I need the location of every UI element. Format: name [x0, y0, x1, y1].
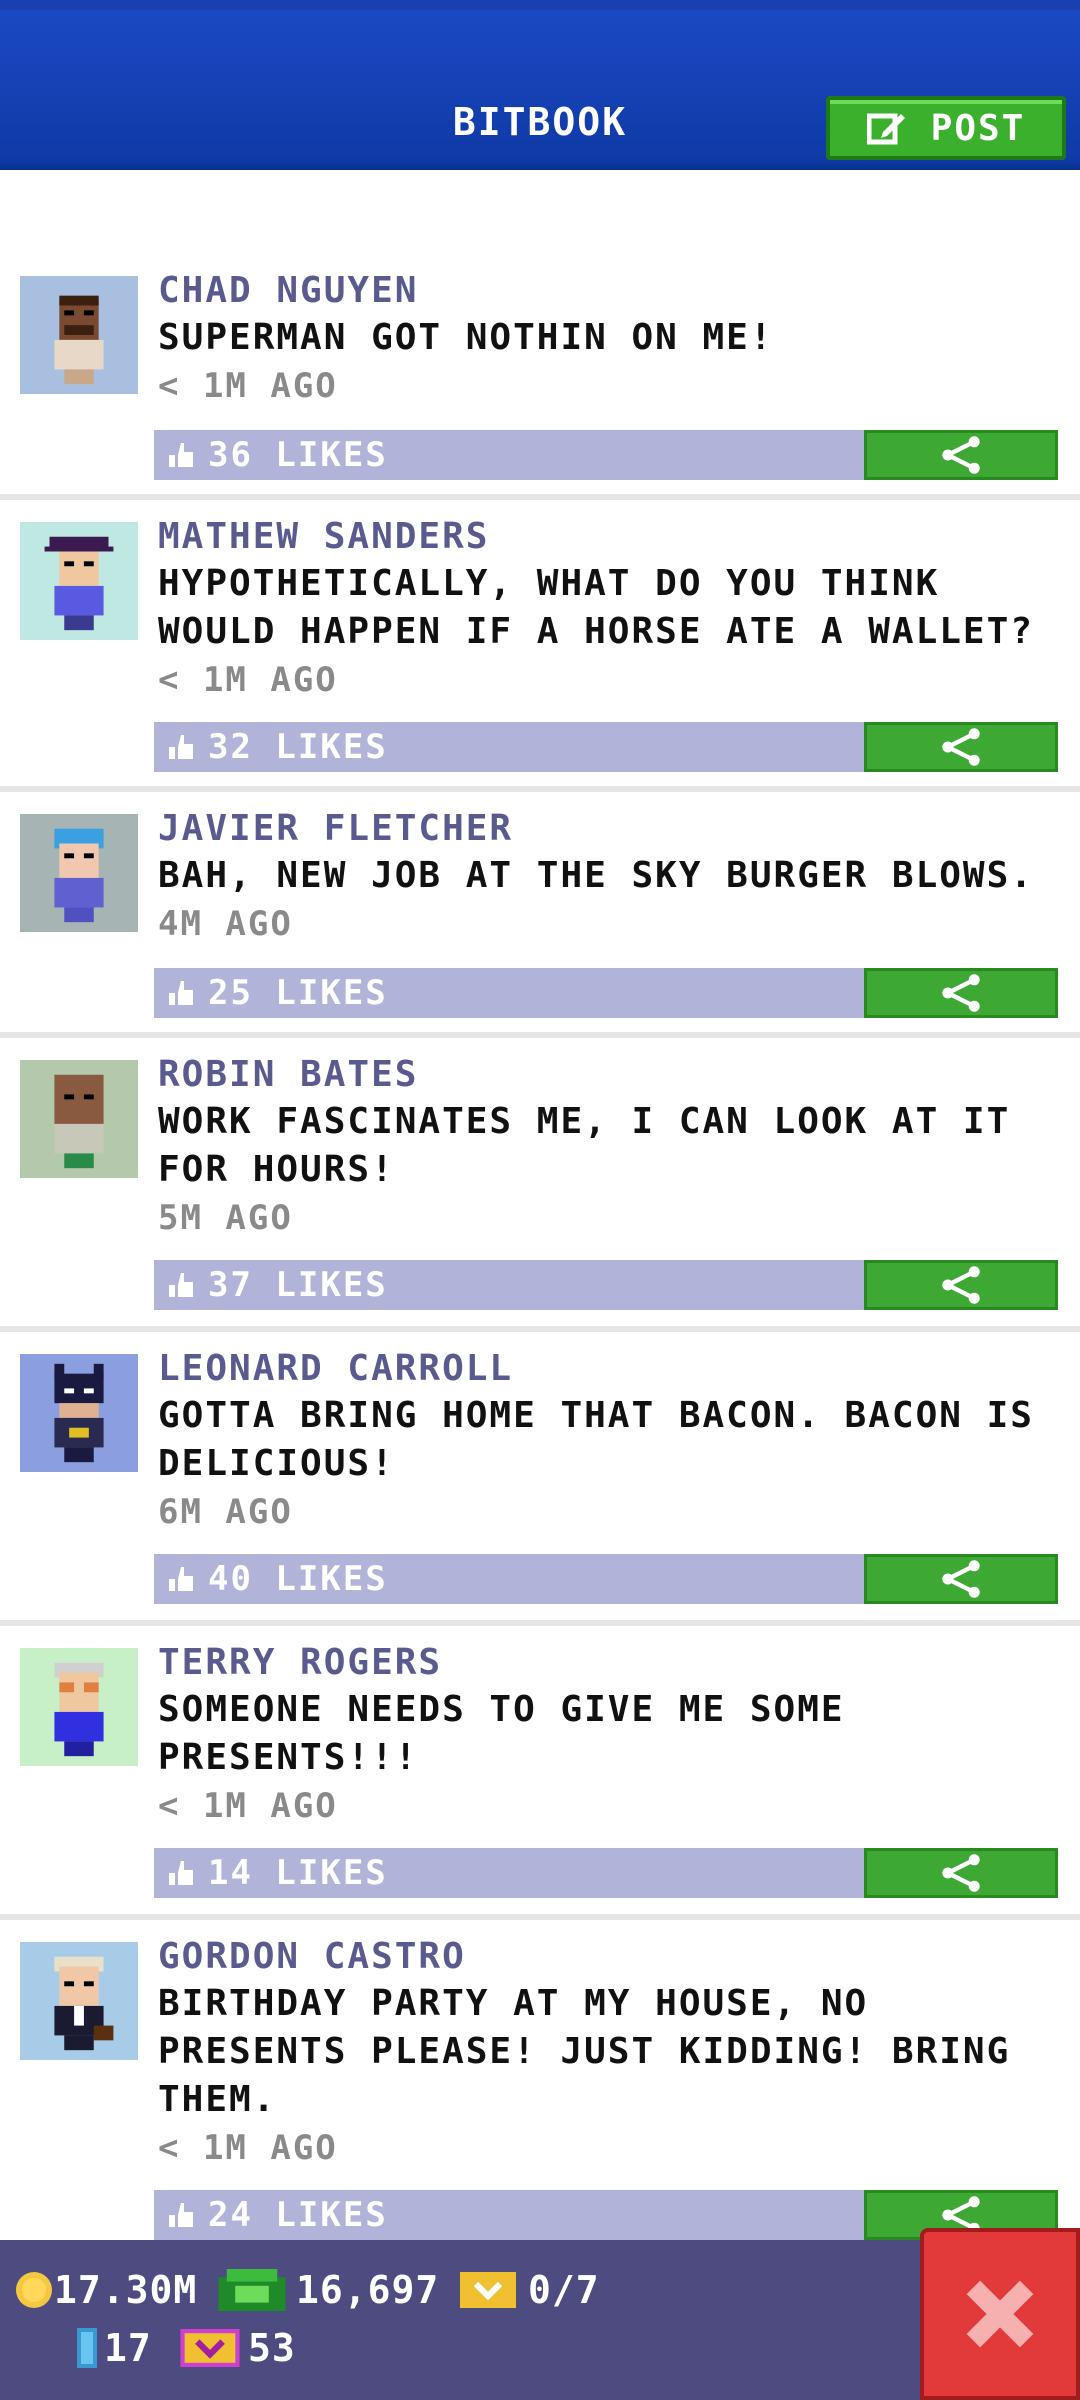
- share-icon: [942, 1266, 980, 1304]
- post-author[interactable]: JAVIER FLETCHER: [158, 808, 513, 849]
- post-author[interactable]: ROBIN BATES: [158, 1054, 418, 1095]
- like-count: 40 LIKES: [208, 1559, 388, 1599]
- share-button[interactable]: [864, 1260, 1058, 1310]
- person-avatar-icon: [54, 1956, 114, 2051]
- avatar: [20, 1648, 138, 1766]
- avatar: [20, 814, 138, 932]
- avatar: [20, 1060, 138, 1178]
- elevator-value: 17: [104, 2326, 152, 2370]
- person-avatar-icon: [54, 1363, 104, 1463]
- bux-icon: [218, 2269, 286, 2311]
- thumbs-up-icon: [169, 1567, 193, 1591]
- header-bar: BITBOOK POST: [0, 0, 1080, 170]
- like-button[interactable]: 25 LIKES: [154, 968, 864, 1018]
- person-avatar-icon: [54, 1074, 104, 1169]
- post-author[interactable]: LEONARD CARROLL: [158, 1348, 513, 1389]
- post-time: < 1M AGO: [158, 2128, 338, 2168]
- post-author[interactable]: GORDON CASTRO: [158, 1936, 466, 1977]
- coins-stat: 17.30M: [14, 2268, 197, 2312]
- thumbs-up-icon: [169, 981, 193, 1005]
- tickets-stat: 0/7: [460, 2268, 600, 2312]
- bux-value: 16,697: [296, 2268, 440, 2312]
- share-button[interactable]: [864, 722, 1058, 772]
- like-count: 25 LIKES: [208, 973, 388, 1013]
- elevator-icon: [77, 2328, 97, 2368]
- share-button[interactable]: [864, 1554, 1058, 1604]
- like-button[interactable]: 24 LIKES: [154, 2190, 864, 2240]
- tickets-value: 0/7: [528, 2268, 600, 2312]
- post-author[interactable]: TERRY ROGERS: [158, 1642, 442, 1683]
- resource-bar: 17.30M 16,697 0/7 17 53: [0, 2240, 1080, 2400]
- post-message: SOMEONE NEEDS TO GIVE ME SOME PRESENTS!!…: [158, 1689, 845, 1778]
- vip-value: 53: [248, 2326, 296, 2370]
- feed-post: ROBIN BATES WORK FASCINATES ME, I CAN LO…: [0, 1038, 1080, 1332]
- feed-post: CHAD NGUYEN SUPERMAN GOT NOTHIN ON ME! <…: [0, 170, 1080, 500]
- avatar: [20, 276, 138, 394]
- post-message: BIRTHDAY PARTY AT MY HOUSE, NO PRESENTS …: [158, 1983, 1011, 2120]
- share-icon: [942, 974, 980, 1012]
- avatar: [20, 522, 138, 640]
- feed-post: MATHEW SANDERS HYPOTHETICALLY, WHAT DO Y…: [0, 500, 1080, 792]
- share-icon: [942, 436, 980, 474]
- feed-post: JAVIER FLETCHER BAH, NEW JOB AT THE SKY …: [0, 792, 1080, 1038]
- post-message: HYPOTHETICALLY, WHAT DO YOU THINK WOULD …: [158, 563, 1034, 652]
- post-message: SUPERMAN GOT NOTHIN ON ME!: [158, 317, 774, 358]
- like-count: 37 LIKES: [208, 1265, 388, 1305]
- bux-stat: 16,697: [218, 2268, 439, 2312]
- thumbs-up-icon: [169, 735, 193, 759]
- like-button[interactable]: 37 LIKES: [154, 1260, 864, 1310]
- like-count: 14 LIKES: [208, 1853, 388, 1893]
- post-button-label: POST: [930, 107, 1026, 149]
- post-message: BAH, NEW JOB AT THE SKY BURGER BLOWS.: [158, 855, 1034, 896]
- coins-value: 17.30M: [54, 2268, 198, 2312]
- thumbs-up-icon: [169, 2203, 193, 2227]
- person-avatar-icon: [44, 536, 114, 631]
- post-time: < 1M AGO: [158, 660, 338, 700]
- post-time: 5M AGO: [158, 1198, 293, 1238]
- like-count: 32 LIKES: [208, 727, 388, 767]
- bitbook-feed[interactable]: CHAD NGUYEN SUPERMAN GOT NOTHIN ON ME! <…: [0, 170, 1080, 2240]
- like-button[interactable]: 32 LIKES: [154, 722, 864, 772]
- post-time: < 1M AGO: [158, 366, 338, 406]
- feed-post: GORDON CASTRO BIRTHDAY PARTY AT MY HOUSE…: [0, 1920, 1080, 2240]
- avatar: [20, 1354, 138, 1472]
- like-button[interactable]: 14 LIKES: [154, 1848, 864, 1898]
- share-icon: [942, 1854, 980, 1892]
- post-time: 4M AGO: [158, 904, 293, 944]
- post-button[interactable]: POST: [826, 96, 1066, 160]
- person-avatar-icon: [54, 828, 104, 923]
- post-time: < 1M AGO: [158, 1786, 338, 1826]
- post-message: GOTTA BRING HOME THAT BACON. BACON IS DE…: [158, 1395, 1034, 1484]
- elevator-stat: 17: [76, 2326, 152, 2370]
- like-count: 24 LIKES: [208, 2195, 388, 2235]
- feed-post: LEONARD CARROLL GOTTA BRING HOME THAT BA…: [0, 1332, 1080, 1626]
- share-button[interactable]: [864, 430, 1058, 480]
- close-icon: [966, 2280, 1034, 2348]
- ticket-icon: [460, 2272, 516, 2308]
- like-button[interactable]: 40 LIKES: [154, 1554, 864, 1604]
- share-icon: [942, 728, 980, 766]
- feed-post: TERRY ROGERS SOMEONE NEEDS TO GIVE ME SO…: [0, 1626, 1080, 1920]
- person-avatar-icon: [54, 295, 104, 385]
- thumbs-up-icon: [169, 1861, 193, 1885]
- share-button[interactable]: [864, 968, 1058, 1018]
- post-time: 6M AGO: [158, 1492, 293, 1532]
- person-avatar-icon: [54, 1662, 104, 1757]
- thumbs-up-icon: [169, 443, 193, 467]
- post-author[interactable]: MATHEW SANDERS: [158, 516, 489, 557]
- share-icon: [942, 1560, 980, 1598]
- post-message: WORK FASCINATES ME, I CAN LOOK AT IT FOR…: [158, 1101, 1011, 1190]
- vip-stat: 53: [180, 2326, 296, 2370]
- avatar: [20, 1942, 138, 2060]
- like-count: 36 LIKES: [208, 435, 388, 475]
- post-author[interactable]: CHAD NGUYEN: [158, 270, 418, 311]
- coin-icon: [16, 2272, 52, 2308]
- like-button[interactable]: 36 LIKES: [154, 430, 864, 480]
- close-button[interactable]: [920, 2228, 1080, 2400]
- compose-icon: [866, 113, 905, 145]
- thumbs-up-icon: [169, 1273, 193, 1297]
- vip-icon: [180, 2329, 240, 2367]
- share-button[interactable]: [864, 1848, 1058, 1898]
